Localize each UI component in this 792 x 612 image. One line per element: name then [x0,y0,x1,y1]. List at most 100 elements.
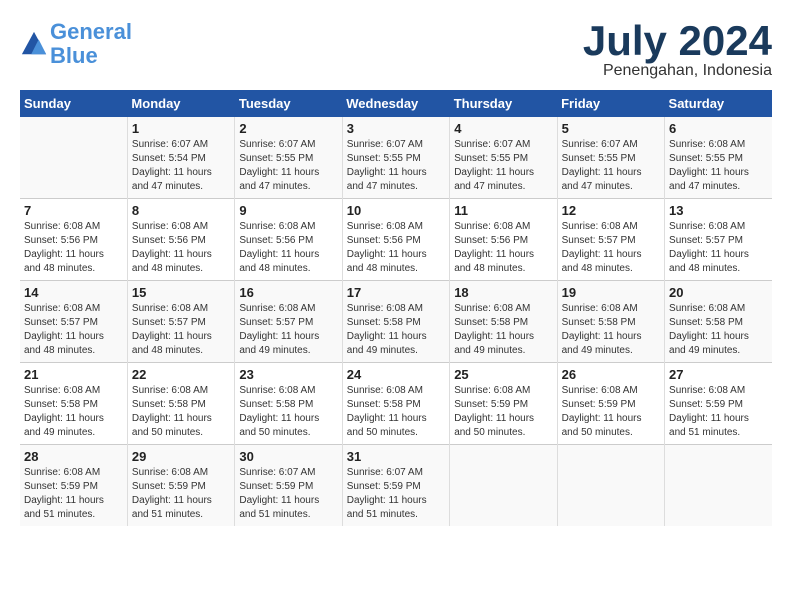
day-header-monday: Monday [127,90,234,117]
calendar-cell: 12 Sunrise: 6:08 AM Sunset: 5:57 PM Dayli… [557,199,664,281]
day-number: 31 [347,449,445,464]
day-number: 6 [669,121,768,136]
day-info: Sunrise: 6:08 AM Sunset: 5:58 PM Dayligh… [347,384,445,440]
calendar-cell: 18 Sunrise: 6:08 AM Sunset: 5:58 PM Dayli… [450,281,557,363]
day-number: 27 [669,367,768,382]
week-row-2: 7 Sunrise: 6:08 AM Sunset: 5:56 PM Daylig… [20,199,772,281]
day-info: Sunrise: 6:08 AM Sunset: 5:59 PM Dayligh… [454,384,552,440]
calendar-cell: 9 Sunrise: 6:08 AM Sunset: 5:56 PM Daylig… [235,199,342,281]
day-info: Sunrise: 6:08 AM Sunset: 5:55 PM Dayligh… [669,138,768,194]
day-info: Sunrise: 6:08 AM Sunset: 5:58 PM Dayligh… [24,384,123,440]
calendar-cell: 10 Sunrise: 6:08 AM Sunset: 5:56 PM Dayli… [342,199,449,281]
day-number: 25 [454,367,552,382]
day-info: Sunrise: 6:08 AM Sunset: 5:56 PM Dayligh… [24,220,123,276]
day-number: 26 [562,367,660,382]
day-number: 24 [347,367,445,382]
calendar-cell: 22Sunrise: 6:08 AM Sunset: 5:58 PM Dayli… [127,363,234,445]
day-info: Sunrise: 6:08 AM Sunset: 5:56 PM Dayligh… [347,220,445,276]
day-number: 23 [239,367,337,382]
day-number: 7 [24,203,123,218]
calendar-cell: 14 Sunrise: 6:08 AM Sunset: 5:57 PM Dayli… [20,281,127,363]
day-info: Sunrise: 6:08 AM Sunset: 5:56 PM Dayligh… [454,220,552,276]
calendar-cell: 19Sunrise: 6:08 AM Sunset: 5:58 PM Dayli… [557,281,664,363]
month-title: July 2024 [583,20,772,62]
day-number: 19 [562,285,660,300]
day-number: 9 [239,203,337,218]
day-info: Sunrise: 6:07 AM Sunset: 5:55 PM Dayligh… [239,138,337,194]
days-header-row: SundayMondayTuesdayWednesdayThursdayFrid… [20,90,772,117]
day-number: 12 [562,203,660,218]
day-header-saturday: Saturday [665,90,772,117]
calendar-cell: 4 Sunrise: 6:07 AM Sunset: 5:55 PM Daylig… [450,117,557,199]
calendar-cell: 27Sunrise: 6:08 AM Sunset: 5:59 PM Dayli… [665,363,772,445]
day-info: Sunrise: 6:08 AM Sunset: 5:57 PM Dayligh… [669,220,768,276]
calendar-cell: 15Sunrise: 6:08 AM Sunset: 5:57 PM Dayli… [127,281,234,363]
day-header-sunday: Sunday [20,90,127,117]
day-info: Sunrise: 6:08 AM Sunset: 5:56 PM Dayligh… [132,220,230,276]
calendar-cell: 29 Sunrise: 6:08 AM Sunset: 5:59 PM Dayli… [127,445,234,527]
day-info: Sunrise: 6:07 AM Sunset: 5:55 PM Dayligh… [454,138,552,194]
day-info: Sunrise: 6:08 AM Sunset: 5:58 PM Dayligh… [239,384,337,440]
calendar-cell [665,445,772,527]
calendar-cell: 28Sunrise: 6:08 AM Sunset: 5:59 PM Dayli… [20,445,127,527]
calendar-cell [450,445,557,527]
location-subtitle: Penengahan, Indonesia [583,62,772,80]
day-header-thursday: Thursday [450,90,557,117]
day-header-tuesday: Tuesday [235,90,342,117]
day-number: 16 [239,285,337,300]
calendar-cell: 24 Sunrise: 6:08 AM Sunset: 5:58 PM Dayli… [342,363,449,445]
day-number: 21 [24,367,123,382]
day-info: Sunrise: 6:07 AM Sunset: 5:54 PM Dayligh… [132,138,230,194]
day-number: 3 [347,121,445,136]
calendar-cell: 21 Sunrise: 6:08 AM Sunset: 5:58 PM Dayli… [20,363,127,445]
day-number: 5 [562,121,660,136]
day-number: 1 [132,121,230,136]
day-info: Sunrise: 6:08 AM Sunset: 5:58 PM Dayligh… [132,384,230,440]
logo-text: General Blue [50,20,132,68]
day-number: 2 [239,121,337,136]
title-block: July 2024 Penengahan, Indonesia [583,20,772,80]
day-info: Sunrise: 6:08 AM Sunset: 5:59 PM Dayligh… [24,466,123,522]
week-row-1: 1 Sunrise: 6:07 AM Sunset: 5:54 PM Daylig… [20,117,772,199]
day-number: 8 [132,203,230,218]
calendar-cell: 20Sunrise: 6:08 AM Sunset: 5:58 PM Dayli… [665,281,772,363]
calendar-cell: 8 Sunrise: 6:08 AM Sunset: 5:56 PM Daylig… [127,199,234,281]
day-number: 13 [669,203,768,218]
logo-icon [20,30,48,58]
day-info: Sunrise: 6:08 AM Sunset: 5:57 PM Dayligh… [24,302,123,358]
day-number: 11 [454,203,552,218]
calendar-cell: 31 Sunrise: 6:07 AM Sunset: 5:59 PM Dayli… [342,445,449,527]
day-number: 15 [132,285,230,300]
day-info: Sunrise: 6:08 AM Sunset: 5:59 PM Dayligh… [562,384,660,440]
calendar-cell: 1 Sunrise: 6:07 AM Sunset: 5:54 PM Daylig… [127,117,234,199]
day-info: Sunrise: 6:08 AM Sunset: 5:56 PM Dayligh… [239,220,337,276]
day-number: 17 [347,285,445,300]
day-number: 14 [24,285,123,300]
day-number: 18 [454,285,552,300]
calendar-cell: 17 Sunrise: 6:08 AM Sunset: 5:58 PM Dayli… [342,281,449,363]
calendar-cell: 25 Sunrise: 6:08 AM Sunset: 5:59 PM Dayli… [450,363,557,445]
day-info: Sunrise: 6:08 AM Sunset: 5:58 PM Dayligh… [669,302,768,358]
day-info: Sunrise: 6:08 AM Sunset: 5:58 PM Dayligh… [347,302,445,358]
page-header: General Blue July 2024 Penengahan, Indon… [20,20,772,80]
calendar-cell: 26 Sunrise: 6:08 AM Sunset: 5:59 PM Dayli… [557,363,664,445]
calendar-cell: 30Sunrise: 6:07 AM Sunset: 5:59 PM Dayli… [235,445,342,527]
day-info: Sunrise: 6:08 AM Sunset: 5:57 PM Dayligh… [562,220,660,276]
day-number: 30 [239,449,337,464]
calendar-cell: 3Sunrise: 6:07 AM Sunset: 5:55 PM Daylig… [342,117,449,199]
calendar-cell: 13 Sunrise: 6:08 AM Sunset: 5:57 PM Dayli… [665,199,772,281]
week-row-5: 28Sunrise: 6:08 AM Sunset: 5:59 PM Dayli… [20,445,772,527]
day-info: Sunrise: 6:08 AM Sunset: 5:58 PM Dayligh… [454,302,552,358]
day-number: 4 [454,121,552,136]
calendar-cell [557,445,664,527]
day-info: Sunrise: 6:07 AM Sunset: 5:59 PM Dayligh… [347,466,445,522]
day-number: 29 [132,449,230,464]
day-info: Sunrise: 6:08 AM Sunset: 5:57 PM Dayligh… [239,302,337,358]
calendar-cell [20,117,127,199]
day-number: 10 [347,203,445,218]
day-header-friday: Friday [557,90,664,117]
week-row-3: 14 Sunrise: 6:08 AM Sunset: 5:57 PM Dayli… [20,281,772,363]
calendar-cell: 23 Sunrise: 6:08 AM Sunset: 5:58 PM Dayli… [235,363,342,445]
day-info: Sunrise: 6:08 AM Sunset: 5:59 PM Dayligh… [132,466,230,522]
day-header-wednesday: Wednesday [342,90,449,117]
